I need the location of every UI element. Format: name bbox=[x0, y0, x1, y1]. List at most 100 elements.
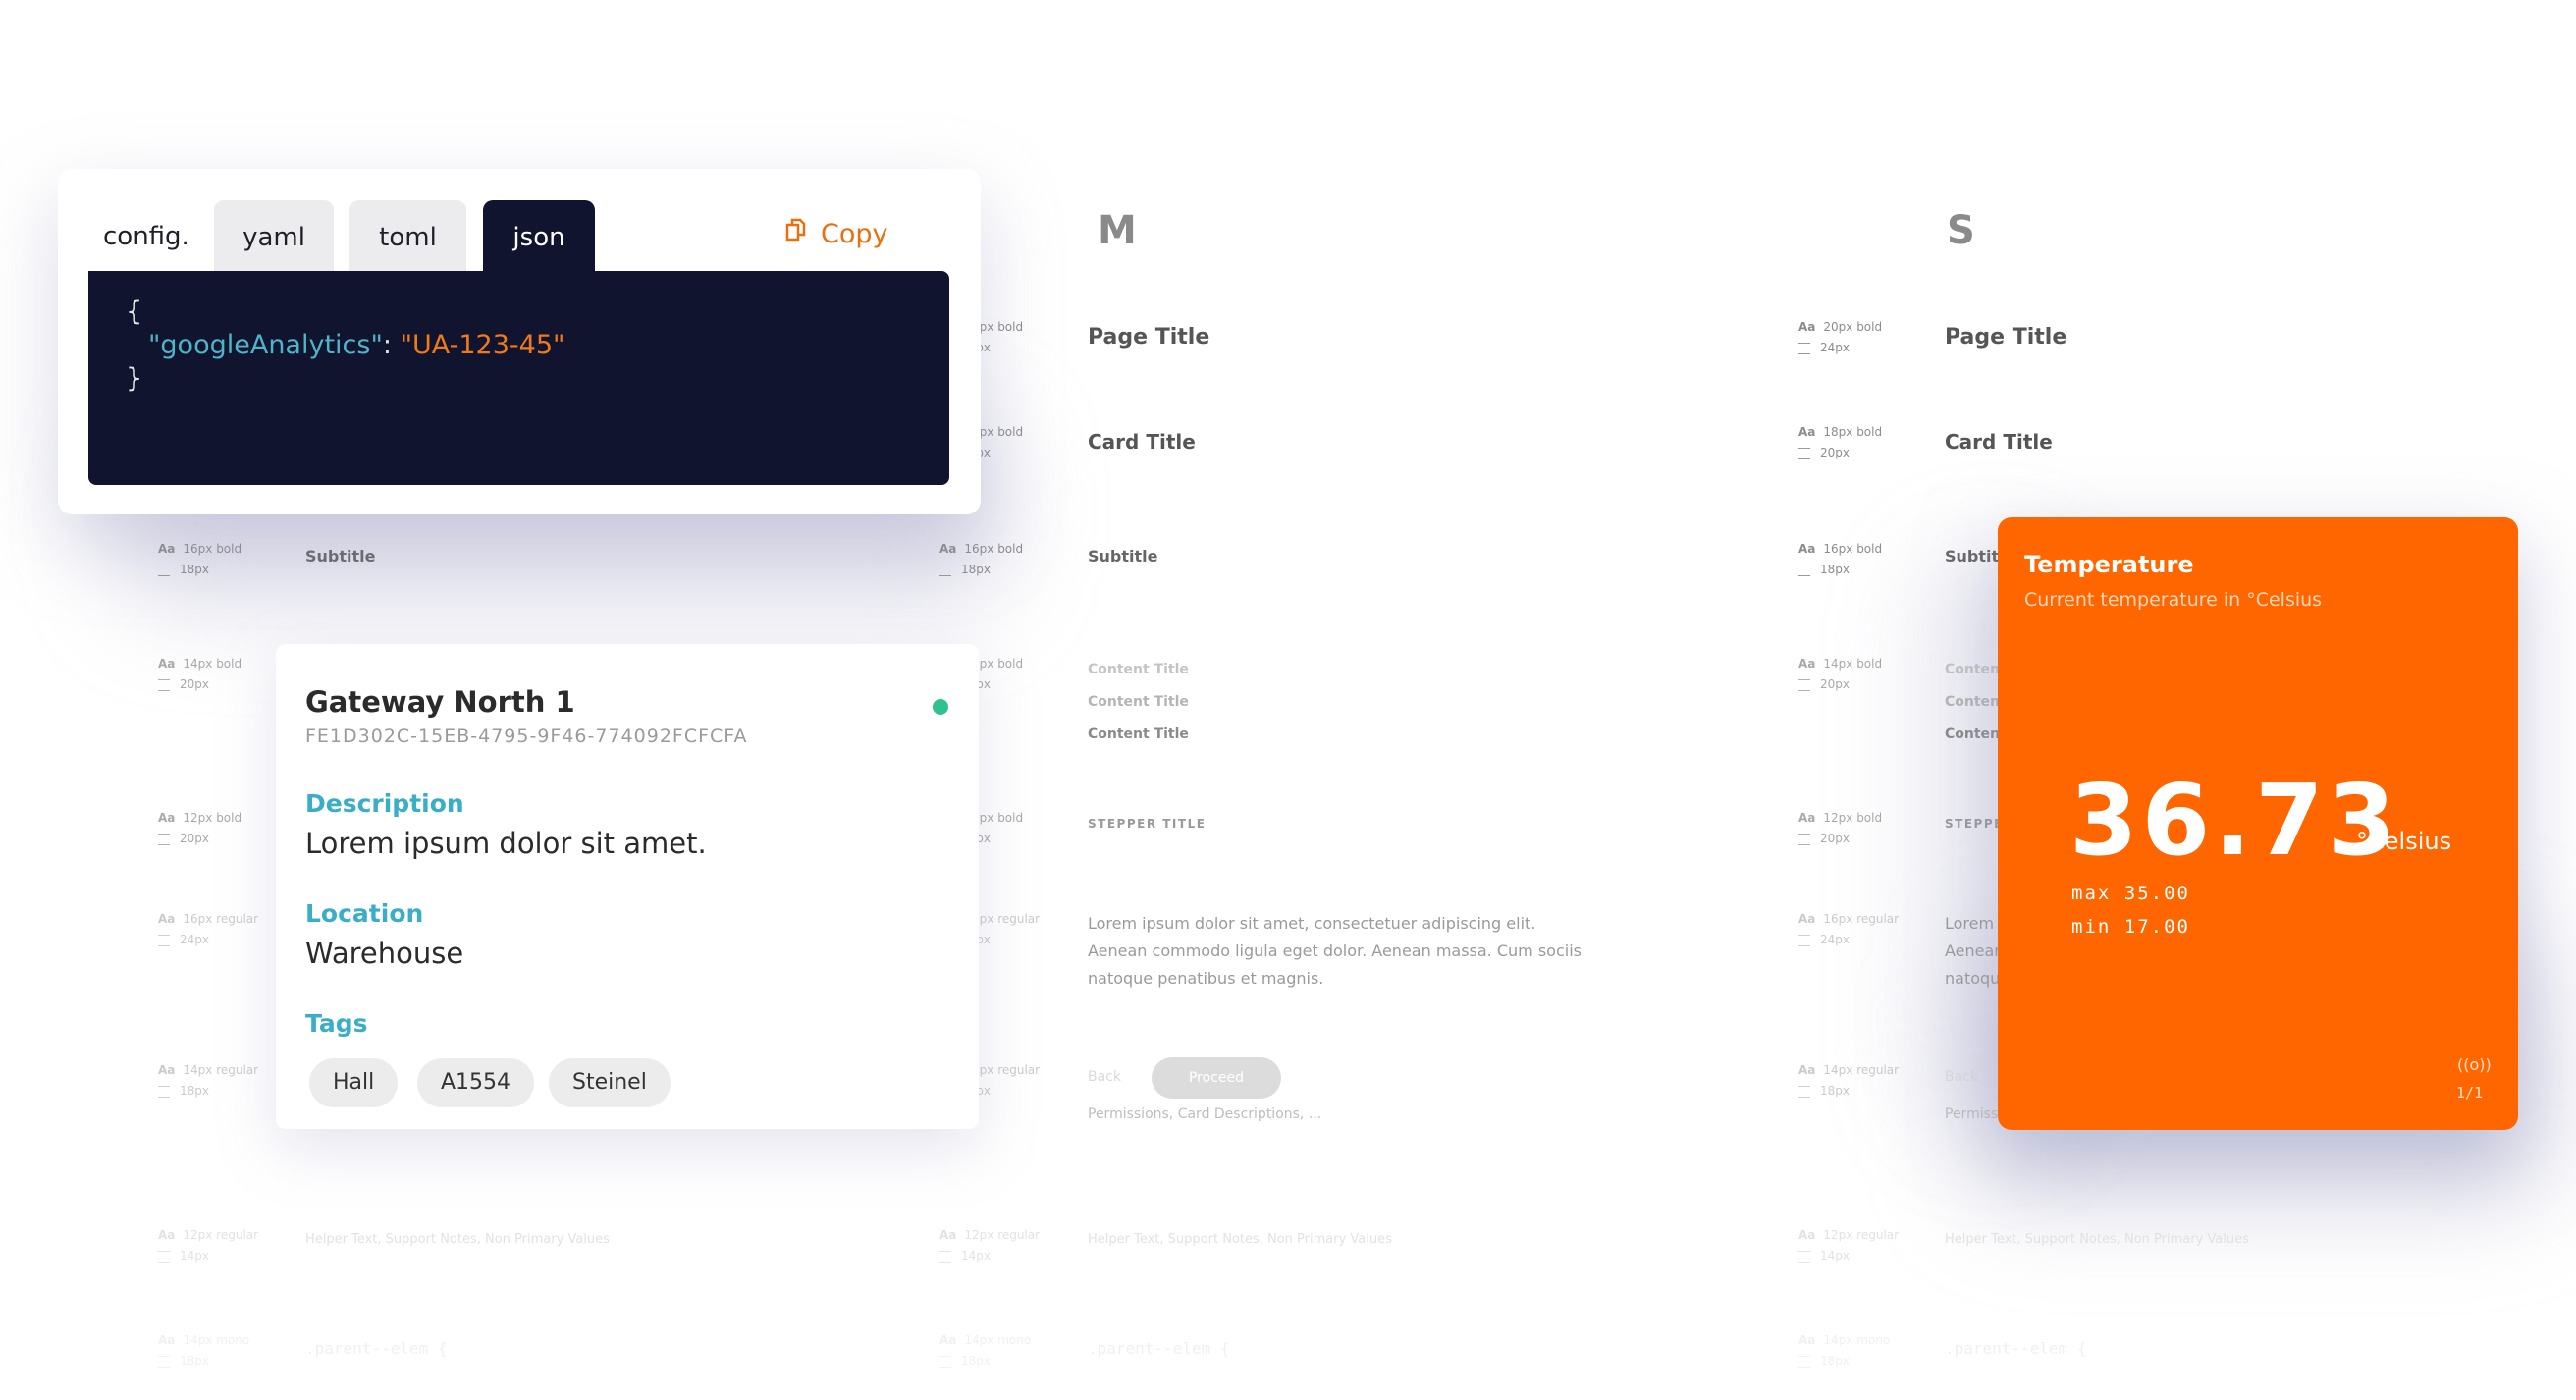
tag-chip[interactable]: Steinel bbox=[549, 1058, 671, 1107]
line-height-icon bbox=[939, 1355, 951, 1368]
tab-json[interactable]: json bbox=[483, 200, 595, 271]
spec-font: 16px bold bbox=[1823, 542, 1883, 556]
spec-label-stepper-buttons: Aa 14px regular 18px bbox=[158, 1060, 258, 1102]
font-size-icon: Aa bbox=[1798, 542, 1816, 556]
spec-line-height: 18px bbox=[1820, 1354, 1850, 1368]
gateway-title: Gateway North 1 bbox=[305, 685, 575, 719]
copy-label: Copy bbox=[821, 219, 888, 249]
gateway-uid: FE1D302C-15EB-4795-9F46-774092FCFCFA bbox=[305, 726, 748, 747]
spec-label-code-text: Aa 14px mono 18px bbox=[158, 1330, 249, 1372]
tab-toml[interactable]: toml bbox=[349, 200, 466, 271]
spec-line-height: 24px bbox=[1820, 341, 1850, 354]
max-label: max bbox=[2071, 883, 2112, 904]
code-brace-open: { bbox=[126, 296, 143, 327]
spec-font: 14px regular bbox=[183, 1063, 259, 1077]
line-height-icon bbox=[1798, 1355, 1810, 1368]
temperature-card[interactable]: Temperature Current temperature in °Cels… bbox=[1998, 517, 2518, 1130]
spec-line-height: 18px bbox=[180, 1354, 209, 1368]
spec-label-subtitle: Aa 16px bold 18px bbox=[158, 539, 242, 580]
spec-line-height: 14px bbox=[180, 1249, 209, 1263]
temperature-value: 36.73 bbox=[2069, 763, 2400, 878]
font-size-icon: Aa bbox=[1798, 912, 1816, 926]
font-size-icon: Aa bbox=[939, 1333, 957, 1347]
config-card: config. yaml toml json Copy { "googleAna… bbox=[58, 169, 981, 514]
line-height-icon bbox=[158, 833, 170, 845]
proceed-button[interactable]: Proceed bbox=[1152, 1057, 1281, 1099]
back-button[interactable]: Back bbox=[1945, 1069, 1978, 1085]
tag-chip[interactable]: Hall bbox=[309, 1058, 399, 1107]
copy-button[interactable]: Copy bbox=[785, 218, 888, 250]
spec-label-subtitle: Aa 16px bold 18px bbox=[1798, 539, 1882, 580]
line-height-icon bbox=[939, 1250, 951, 1263]
line-height-icon bbox=[158, 1085, 170, 1098]
spec-label-helper-text: Aa 12px regular 14px bbox=[939, 1225, 1040, 1266]
sample-content-title: Content Title bbox=[1088, 662, 1189, 677]
font-size-icon: Aa bbox=[1798, 657, 1816, 671]
spec-line-height: 18px bbox=[1820, 563, 1850, 576]
sample-page-title: Page Title bbox=[1945, 325, 2067, 350]
spec-font: 14px regular bbox=[1823, 1063, 1900, 1077]
sample-code-text: .parent--elem { bbox=[305, 1339, 448, 1358]
sample-body-text: Lorem ipsum dolor sit amet, consectetuer… bbox=[1088, 914, 1582, 988]
spec-label-code-text: Aa 14px mono 18px bbox=[1798, 1330, 1890, 1372]
temperature-subtitle: Current temperature in °Celsius bbox=[2024, 589, 2323, 611]
signal-icon: ((o)) bbox=[2457, 1055, 2492, 1074]
code-line: "googleAnalytics": "UA-123-45" bbox=[148, 330, 564, 360]
code-value: "UA-123-45" bbox=[400, 330, 565, 360]
font-size-icon: Aa bbox=[158, 912, 176, 926]
font-size-icon: Aa bbox=[1798, 425, 1816, 439]
spec-font: 12px regular bbox=[964, 1228, 1041, 1242]
font-size-icon: Aa bbox=[158, 1333, 176, 1347]
spec-label-stepper-buttons: Aa 14px regular 18px bbox=[1798, 1060, 1899, 1102]
code-brace-close: } bbox=[126, 363, 143, 394]
spec-font: 12px bold bbox=[183, 811, 242, 825]
spec-line-height: 18px bbox=[1820, 1084, 1850, 1098]
sample-subtitle: Subtitle bbox=[305, 547, 376, 565]
min-value: 17.00 bbox=[2123, 916, 2190, 938]
sample-code-text: .parent--elem { bbox=[1945, 1339, 2087, 1358]
font-size-icon: Aa bbox=[939, 1228, 957, 1242]
spec-label-code-text: Aa 14px mono 18px bbox=[939, 1330, 1031, 1372]
tag-chip[interactable]: A1554 bbox=[417, 1058, 535, 1107]
spec-label-stepper-title: Aa 12px bold 20px bbox=[158, 808, 242, 849]
sample-helper-text: Helper Text, Support Notes, Non Primary … bbox=[305, 1232, 610, 1247]
line-height-icon bbox=[158, 1250, 170, 1263]
back-button[interactable]: Back bbox=[1088, 1069, 1121, 1085]
sample-code-text: .parent--elem { bbox=[1088, 1339, 1230, 1358]
temperature-unit: °Celsius bbox=[2356, 828, 2452, 855]
line-height-icon bbox=[939, 564, 951, 576]
spec-line-height: 24px bbox=[1820, 933, 1850, 946]
font-size-icon: Aa bbox=[939, 542, 957, 556]
temperature-min: min 17.00 bbox=[2071, 916, 2190, 938]
spec-line-height: 20px bbox=[180, 677, 209, 691]
line-height-icon bbox=[1798, 1085, 1810, 1098]
spec-line-height: 14px bbox=[961, 1249, 991, 1263]
code-key: "googleAnalytics" bbox=[148, 330, 383, 360]
line-height-icon bbox=[158, 934, 170, 946]
spec-font: 20px bold bbox=[1823, 320, 1883, 334]
sample-helper-text: Helper Text, Support Notes, Non Primary … bbox=[1088, 1232, 1392, 1247]
code-block[interactable]: { "googleAnalytics": "UA-123-45" } bbox=[88, 271, 949, 485]
spec-line-height: 20px bbox=[1820, 832, 1850, 845]
sample-page-title: Page Title bbox=[1088, 325, 1210, 350]
spec-label-helper-text: Aa 12px regular 14px bbox=[1798, 1225, 1899, 1266]
sample-content-title: Content Title bbox=[1088, 694, 1189, 710]
spec-line-height: 18px bbox=[961, 563, 991, 576]
code-separator: : bbox=[382, 330, 401, 360]
spec-label-page-title: Aa 20px bold 24px bbox=[1798, 317, 1882, 358]
sample-card-title: Card Title bbox=[1088, 430, 1196, 454]
spec-line-height: 20px bbox=[180, 832, 209, 845]
spec-font: 12px bold bbox=[1823, 811, 1883, 825]
spec-label-helper-text: Aa 12px regular 14px bbox=[158, 1225, 258, 1266]
gateway-card[interactable]: Gateway North 1 FE1D302C-15EB-4795-9F46-… bbox=[276, 644, 979, 1129]
spec-font: 18px bold bbox=[1823, 425, 1883, 439]
column-heading-m: M bbox=[1098, 208, 1137, 253]
font-size-icon: Aa bbox=[1798, 1228, 1816, 1242]
spec-font: 16px regular bbox=[1823, 912, 1900, 926]
spec-line-height: 18px bbox=[961, 1354, 991, 1368]
sample-content-title: Content Title bbox=[1088, 727, 1189, 742]
spec-font: 12px regular bbox=[1823, 1228, 1900, 1242]
tab-yaml[interactable]: yaml bbox=[214, 200, 334, 271]
max-value: 35.00 bbox=[2123, 883, 2190, 904]
font-size-icon: Aa bbox=[1798, 811, 1816, 825]
